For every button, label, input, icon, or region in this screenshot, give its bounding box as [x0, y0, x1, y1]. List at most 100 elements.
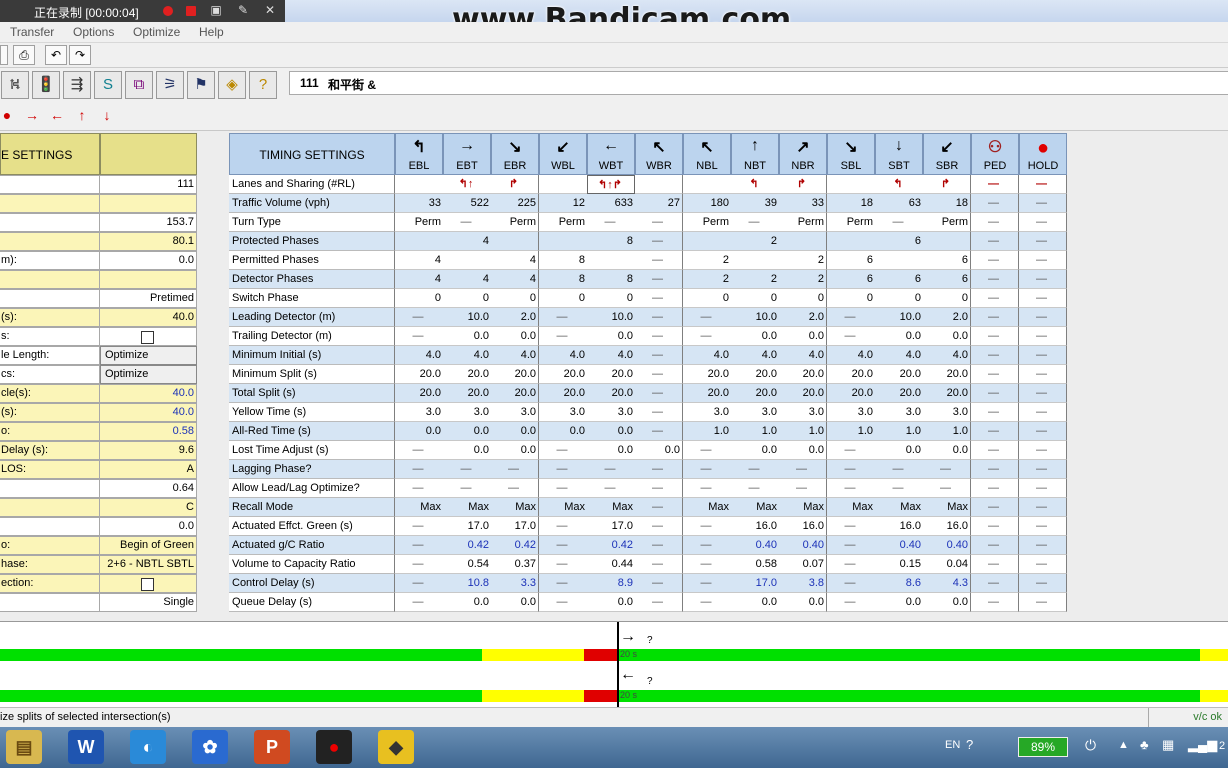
timing-cell-nbr[interactable]: 4.0 — [779, 346, 827, 365]
node-setting-value[interactable]: 0.0 — [100, 251, 197, 270]
timing-cell-ebl[interactable]: 0 — [395, 289, 443, 308]
timing-cell-wbl[interactable]: 12 — [539, 194, 587, 213]
timing-cell-ebt[interactable]: Max — [443, 498, 491, 517]
timing-cell-nbt[interactable]: Max — [731, 498, 779, 517]
timing-cell-ebr[interactable]: Max — [491, 498, 539, 517]
timing-cell-sbl[interactable]: — — [827, 441, 875, 460]
timing-cell-sbr[interactable]: 16.0 — [923, 517, 971, 536]
timing-cell-nbl[interactable]: — — [683, 574, 731, 593]
timing-cell-nbt[interactable]: 1.0 — [731, 422, 779, 441]
timing-cell-ped[interactable]: — — [971, 517, 1019, 536]
timing-cell-ped[interactable]: — — [971, 213, 1019, 232]
timing-cell-wbt[interactable]: 0.0 — [587, 441, 635, 460]
timing-cell-nbt[interactable]: ↰ — [731, 175, 779, 194]
timing-cell-nbl[interactable]: 0 — [683, 289, 731, 308]
timing-cell-sbr[interactable]: — — [923, 460, 971, 479]
timing-cell-wbl[interactable]: — — [539, 536, 587, 555]
timing-cell-sbt[interactable]: 3.0 — [875, 403, 923, 422]
timing-cell-ebl[interactable]: — — [395, 536, 443, 555]
timing-cell-ebt[interactable]: 0 — [443, 289, 491, 308]
timing-cell-ped[interactable]: — — [971, 308, 1019, 327]
timing-cell-wbt[interactable]: 4.0 — [587, 346, 635, 365]
timing-cell-sbr[interactable]: — — [923, 479, 971, 498]
timing-cell-hold[interactable]: — — [1019, 365, 1067, 384]
node-setting-value[interactable]: 40.0 — [100, 384, 197, 403]
timing-cell-sbr[interactable]: Max — [923, 498, 971, 517]
timing-cell-nbr[interactable]: 1.0 — [779, 422, 827, 441]
cloud-icon[interactable]: ✿ — [192, 730, 228, 764]
explorer-icon[interactable]: ▤ — [6, 730, 42, 764]
timing-cell-sbl[interactable]: 20.0 — [827, 365, 875, 384]
timing-cell-ebl[interactable]: — — [395, 460, 443, 479]
node-setting-value[interactable]: 9.6 — [100, 441, 197, 460]
timing-cell-ebr[interactable]: Perm — [491, 213, 539, 232]
timing-cell-nbr[interactable]: 0 — [779, 289, 827, 308]
timing-cell-nbl[interactable]: — — [683, 555, 731, 574]
timing-cell-hold[interactable]: — — [1019, 441, 1067, 460]
timing-cell-wbt[interactable]: 0.0 — [587, 422, 635, 441]
node-setting-value[interactable]: 153.7 — [100, 213, 197, 232]
checkbox[interactable] — [141, 578, 154, 591]
camera-icon[interactable]: ▣ — [209, 3, 223, 17]
timing-cell-wbr[interactable]: — — [635, 517, 683, 536]
timing-cell-nbl[interactable]: — — [683, 441, 731, 460]
node-setting-value[interactable] — [100, 574, 197, 593]
timing-cell-ebt[interactable]: — — [443, 213, 491, 232]
timing-cell-nbt[interactable]: 10.0 — [731, 308, 779, 327]
timing-cell-sbl[interactable]: 3.0 — [827, 403, 875, 422]
timing-cell-sbt[interactable]: — — [875, 460, 923, 479]
time-space-icon[interactable]: ◈ — [218, 71, 246, 99]
timing-cell-ebr[interactable]: 20.0 — [491, 384, 539, 403]
timing-cell-sbt[interactable]: 1.0 — [875, 422, 923, 441]
timing-cell-sbl[interactable]: — — [827, 327, 875, 346]
timing-cell-nbr[interactable]: — — [779, 479, 827, 498]
timing-cell-sbr[interactable]: 3.0 — [923, 403, 971, 422]
timing-cell-ebl[interactable]: — — [395, 517, 443, 536]
timing-cell-ebt[interactable]: 17.0 — [443, 517, 491, 536]
timing-cell-ebl[interactable]: — — [395, 308, 443, 327]
timing-cell-ebl[interactable]: Max — [395, 498, 443, 517]
timing-cell-hold[interactable]: — — [1019, 346, 1067, 365]
timing-cell-wbt[interactable]: 20.0 — [587, 384, 635, 403]
qq-icon[interactable]: ♣ — [1140, 737, 1149, 752]
timing-cell-nbt[interactable]: 4.0 — [731, 346, 779, 365]
timing-cell-ped[interactable]: — — [971, 479, 1019, 498]
timing-cell-nbl[interactable]: 1.0 — [683, 422, 731, 441]
timing-cell-nbt[interactable]: 3.0 — [731, 403, 779, 422]
node-setting-value[interactable]: 80.1 — [100, 232, 197, 251]
timing-cell-sbt[interactable]: ↰ — [875, 175, 923, 194]
timing-cell-sbr[interactable]: Perm — [923, 213, 971, 232]
timing-cell-ebr[interactable]: 0.0 — [491, 441, 539, 460]
timing-cell-ebt[interactable]: 0.0 — [443, 593, 491, 612]
timing-cell-nbr[interactable]: 0.0 — [779, 441, 827, 460]
timing-cell-sbr[interactable]: 4.0 — [923, 346, 971, 365]
timing-cell-wbr[interactable]: — — [635, 327, 683, 346]
column-header-nbl[interactable]: ↖ NBL — [683, 133, 731, 175]
timing-cell-wbr[interactable]: 0.0 — [635, 441, 683, 460]
column-header-nbr[interactable]: ↗ NBR — [779, 133, 827, 175]
timing-cell-wbt[interactable]: 0.0 — [587, 593, 635, 612]
timing-cell-wbt[interactable]: 3.0 — [587, 403, 635, 422]
battery-indicator[interactable]: 89% — [1018, 737, 1068, 757]
timing-cell-ebr[interactable]: 3.3 — [491, 574, 539, 593]
optimize-dropdown[interactable]: Optimize — [100, 365, 197, 384]
timing-cell-sbt[interactable] — [875, 251, 923, 270]
timing-cell-ebr[interactable]: 3.0 — [491, 403, 539, 422]
timing-cell-nbl[interactable]: 2 — [683, 270, 731, 289]
timing-cell-ebl[interactable]: — — [395, 441, 443, 460]
pencil-icon[interactable]: ✎ — [236, 3, 250, 17]
timing-cell-wbt[interactable]: — — [587, 479, 635, 498]
timing-cell-ebl[interactable]: 20.0 — [395, 384, 443, 403]
timing-cell-ebl[interactable]: 33 — [395, 194, 443, 213]
timing-cell-nbl[interactable] — [683, 232, 731, 251]
timing-cell-wbr[interactable]: — — [635, 232, 683, 251]
timing-cell-hold[interactable]: — — [1019, 232, 1067, 251]
timing-cell-wbl[interactable] — [539, 175, 587, 194]
timing-cell-wbt[interactable]: 0 — [587, 289, 635, 308]
timing-cell-wbr[interactable]: — — [635, 308, 683, 327]
node-setting-value[interactable] — [100, 270, 197, 289]
timing-cell-nbl[interactable]: 20.0 — [683, 365, 731, 384]
timing-cell-ebt[interactable]: 20.0 — [443, 365, 491, 384]
timing-cell-nbt[interactable]: 0.58 — [731, 555, 779, 574]
timing-cell-wbt[interactable]: 0.0 — [587, 327, 635, 346]
